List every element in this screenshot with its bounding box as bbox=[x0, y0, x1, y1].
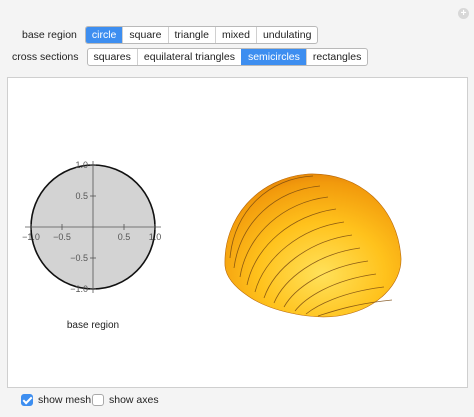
x-tick-label: −1.0 bbox=[22, 232, 40, 242]
show-mesh-option[interactable]: show mesh bbox=[21, 392, 91, 408]
cross-section-option-rectangles[interactable]: rectangles bbox=[305, 49, 367, 65]
output-graphics: −1.0 −0.5 0.5 1.0 1.0 0.5 −0.5 −1.0 base… bbox=[22, 160, 402, 331]
show-axes-option[interactable]: show axes bbox=[92, 392, 159, 408]
base-region-plot: −1.0 −0.5 0.5 1.0 1.0 0.5 −0.5 −1.0 base… bbox=[22, 160, 161, 331]
y-tick-label: 0.5 bbox=[75, 191, 88, 201]
cross-section-option-equilateral-triangles[interactable]: equilateral triangles bbox=[136, 49, 241, 65]
cross-sections-row: cross sections squares equilateral trian… bbox=[12, 48, 369, 66]
show-axes-label[interactable]: show axes bbox=[109, 394, 159, 406]
plot-caption: base region bbox=[67, 320, 119, 331]
show-axes-checkbox[interactable] bbox=[92, 394, 104, 406]
base-region-option-triangle[interactable]: triangle bbox=[167, 27, 215, 43]
base-region-option-mixed[interactable]: mixed bbox=[214, 27, 256, 43]
y-tick-label: −1.0 bbox=[70, 284, 88, 294]
base-region-row: base region circle square triangle mixed… bbox=[22, 26, 319, 44]
show-mesh-label[interactable]: show mesh bbox=[38, 394, 91, 406]
y-tick-label: 1.0 bbox=[75, 160, 88, 170]
x-tick-label: 0.5 bbox=[118, 232, 131, 242]
base-region-selector: circle square triangle mixed undulating bbox=[84, 26, 319, 44]
x-tick-label: 1.0 bbox=[149, 232, 162, 242]
cross-sections-selector: squares equilateral triangles semicircle… bbox=[86, 48, 369, 66]
show-mesh-checkbox[interactable] bbox=[21, 394, 33, 406]
plus-icon[interactable]: + bbox=[458, 8, 469, 19]
cross-section-option-semicircles[interactable]: semicircles bbox=[240, 49, 306, 65]
base-region-option-square[interactable]: square bbox=[122, 27, 167, 43]
cross-sections-label: cross sections bbox=[12, 51, 79, 63]
base-region-label: base region bbox=[22, 29, 77, 41]
base-region-option-undulating[interactable]: undulating bbox=[255, 27, 317, 43]
y-tick-label: −0.5 bbox=[70, 253, 88, 263]
x-tick-label: −0.5 bbox=[53, 232, 71, 242]
base-region-option-circle[interactable]: circle bbox=[85, 27, 123, 43]
output-panel: −1.0 −0.5 0.5 1.0 1.0 0.5 −0.5 −1.0 base… bbox=[7, 77, 468, 388]
solid-3d-plot bbox=[224, 173, 402, 318]
cross-section-option-squares[interactable]: squares bbox=[88, 49, 137, 65]
